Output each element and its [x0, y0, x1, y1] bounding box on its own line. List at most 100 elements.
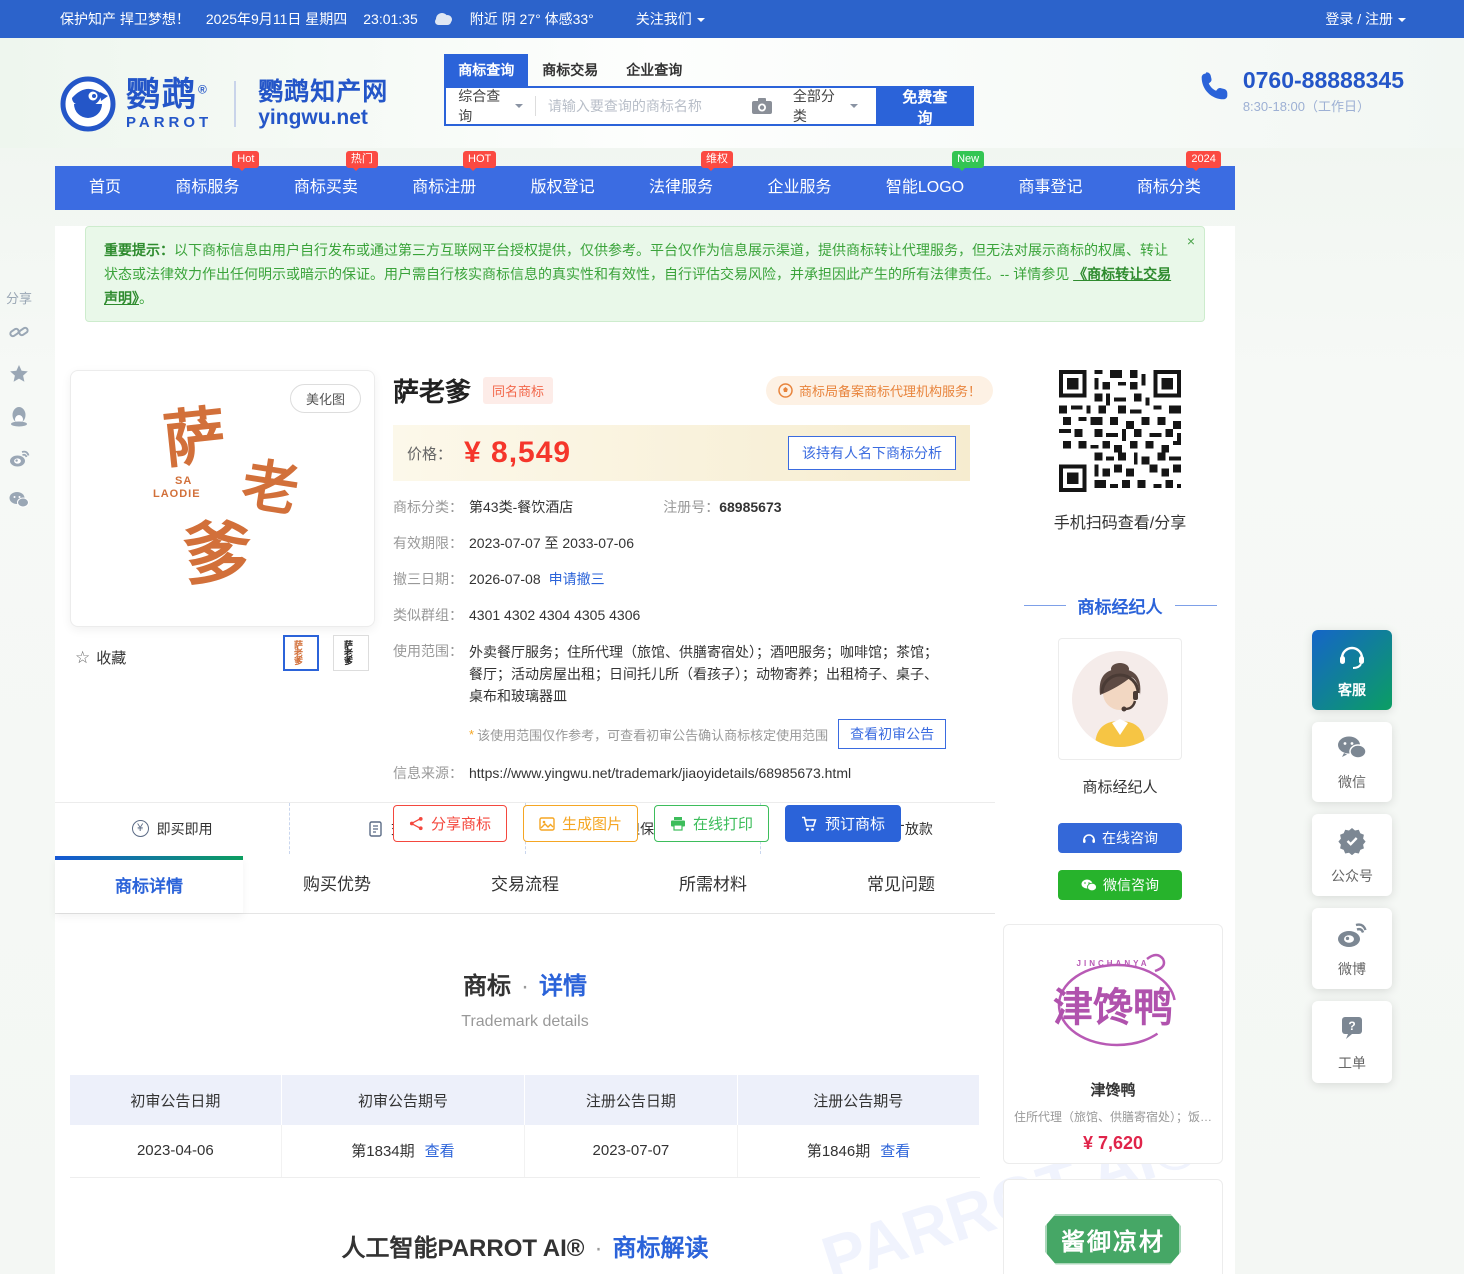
tab-required-materials[interactable]: 所需材料 — [619, 856, 807, 913]
asterisk: * — [469, 727, 474, 742]
trademark-info: 萨老爹 同名商标 商标局备案商标代理机构服务！ 价格： ¥ 8,549 该持有人… — [393, 372, 993, 842]
broker-heading: 商标经纪人 — [1005, 593, 1235, 618]
customer-service-button[interactable]: 客服 — [1312, 630, 1392, 710]
tab-faq[interactable]: 常见问题 — [807, 856, 995, 913]
beautified-tag: 美化图 — [290, 384, 361, 413]
nav-badge: Hot — [232, 151, 259, 168]
document-icon — [368, 821, 383, 837]
qr-code — [1055, 366, 1185, 496]
nav-trademark-trade[interactable]: 商标买卖热门 — [288, 166, 364, 210]
online-print-button[interactable]: 在线打印 — [654, 805, 769, 842]
weather-text: 附近 阴 27° 体感33° — [470, 9, 594, 29]
search-tab-trademark[interactable]: 商标查询 — [444, 54, 528, 86]
work-order-button[interactable]: ? 工单 — [1312, 1001, 1392, 1083]
official-account-button[interactable]: 公众号 — [1312, 814, 1392, 896]
view-first-notice-button[interactable]: 查看初审公告 — [838, 719, 946, 749]
wechat-icon — [1336, 735, 1368, 761]
login-register-menu[interactable]: 登录 / 注册 — [1325, 9, 1406, 29]
favorite-star-icon[interactable] — [8, 363, 30, 385]
nav-enterprise[interactable]: 企业服务 — [761, 166, 837, 210]
printer-icon — [670, 816, 686, 831]
weibo-button[interactable]: 微博 — [1312, 908, 1392, 989]
top-bar: 保护知产 捍卫梦想！ 2025年9月11日 星期四 23:01:35 附近 阴 … — [0, 0, 1464, 38]
nav-badge: 热门 — [346, 151, 378, 168]
registration-number: 68985673 — [719, 497, 781, 517]
yen-circle-icon: ¥ — [132, 820, 149, 837]
agency-seal-icon — [778, 383, 793, 398]
price-bar: 价格： ¥ 8,549 该持有人名下商标分析 — [393, 425, 970, 481]
left-share-rail: 分享 — [4, 288, 34, 531]
site-logo[interactable]: 鹦鹉® PARROT 鹦鹉知产网 yingwu.net — [60, 60, 388, 148]
holder-analysis-button[interactable]: 该持有人名下商标分析 — [788, 436, 956, 470]
search-tab-company[interactable]: 企业查询 — [612, 54, 696, 86]
tab-trademark-detail[interactable]: 商标详情 — [55, 856, 243, 913]
close-icon[interactable]: × — [1187, 229, 1195, 253]
qr-broker-column: 手机扫码查看/分享 商标经纪人 — [1005, 366, 1235, 900]
wechat-icon[interactable] — [8, 489, 30, 511]
nav-trademark-services[interactable]: 商标服务Hot — [169, 166, 245, 210]
price-value: ¥ 8,549 — [464, 436, 571, 470]
source-label: 信息来源： — [393, 763, 469, 783]
class-filter-select[interactable]: 全部分类 — [783, 86, 868, 126]
wechat-consult-button[interactable]: 微信咨询 — [1058, 870, 1182, 900]
site-name-zh: 鹦鹉知产网 — [258, 80, 388, 105]
recommend-card-jiangyu[interactable]: 酱御凉材 — [1003, 1179, 1223, 1274]
first-notice-date: 2023-04-06 — [70, 1125, 281, 1177]
nav-home[interactable]: 首页 — [83, 166, 127, 210]
svg-text:?: ? — [1348, 1019, 1355, 1033]
agency-notice-badge[interactable]: 商标局备案商标代理机构服务！ — [766, 376, 993, 405]
link-icon[interactable] — [8, 321, 30, 343]
col-header: 初审公告日期 — [70, 1075, 281, 1125]
share-trademark-button[interactable]: 分享商标 — [393, 805, 507, 842]
nav-trademark-class[interactable]: 商标分类2024 — [1131, 166, 1207, 210]
favorite-button[interactable]: ☆收藏 — [75, 647, 126, 668]
phone-hours: 8:30-18:00（工作日） — [1243, 96, 1404, 115]
online-consult-button[interactable]: 在线咨询 — [1058, 823, 1182, 853]
nav-business-register[interactable]: 商事登记 — [1012, 166, 1088, 210]
same-name-badge[interactable]: 同名商标 — [483, 377, 553, 404]
main-content: 重要提示：以下商标信息由用户自行发布或通过第三方互联网平台授权提供，仅供参考。平… — [55, 226, 1235, 1274]
chevron-down-icon — [515, 104, 523, 112]
thumbnail-color[interactable]: 萨老爹 — [283, 635, 319, 671]
recommend-card-jinchanya[interactable]: JINCHANYA 津馋鸭 津馋鸭 住所代理（旅馆、供膳寄宿处）；饭… ¥ 7,… — [1003, 924, 1223, 1164]
thumbnail-black[interactable]: 萨老爹 — [333, 635, 369, 671]
important-notice: 重要提示：以下商标信息由用户自行发布或通过第三方互联网平台授权提供，仅供参考。平… — [85, 226, 1205, 322]
image-search-button[interactable] — [741, 97, 783, 115]
first-notice-issue: 第1834期查看 — [281, 1125, 525, 1177]
trademark-image-card[interactable]: 美化图 萨 老 爹 SA LAODIE — [70, 370, 375, 627]
wechat-button[interactable]: 微信 — [1312, 722, 1392, 802]
tab-trade-process[interactable]: 交易流程 — [431, 856, 619, 913]
generate-image-button[interactable]: 生成图片 — [523, 805, 638, 842]
section-title-zh: 商标 — [463, 973, 511, 1000]
nav-ai-logo[interactable]: 智能LOGONew — [880, 166, 970, 210]
use-range: 外卖餐厅服务；住所代理（旅馆、供膳寄宿处）；酒吧服务；咖啡馆；茶馆；餐厅；活动房… — [469, 641, 939, 707]
search-input[interactable] — [536, 98, 741, 114]
qq-icon[interactable] — [8, 405, 30, 427]
action-buttons: 分享商标 生成图片 在线打印 预订商标 — [393, 805, 993, 842]
nav-legal[interactable]: 法律服务维权 — [643, 166, 719, 210]
nav-copyright[interactable]: 版权登记 — [525, 166, 601, 210]
free-search-button[interactable]: 免费查询 — [876, 86, 975, 126]
trademark-details-section: 商标·详情 Trademark details 初审公告日期 初审公告期号 注册… — [55, 914, 995, 1274]
similar-groups: 4301 4302 4304 4305 4306 — [469, 605, 640, 625]
share-label: 分享 — [4, 288, 34, 307]
view-link[interactable]: 查看 — [425, 1143, 455, 1160]
reg-notice-date: 2023-07-07 — [525, 1125, 737, 1177]
field-label: 类似群组： — [393, 605, 469, 625]
search-module: 商标查询 商标交易 企业查询 综合查询 全部分类 免费查询 — [444, 54, 974, 148]
view-link[interactable]: 查看 — [880, 1143, 910, 1160]
follow-us-menu[interactable]: 关注我们 — [636, 9, 705, 29]
publication-table: 初审公告日期 初审公告期号 注册公告日期 注册公告期号 2023-04-06 第… — [70, 1075, 980, 1178]
logo-zh: 鹦鹉 — [126, 76, 198, 114]
star-icon: ☆ — [75, 648, 90, 668]
search-category-select[interactable]: 综合查询 — [446, 86, 535, 126]
order-trademark-button[interactable]: 预订商标 — [785, 805, 901, 842]
search-tab-trade[interactable]: 商标交易 — [528, 54, 612, 86]
nav-trademark-register[interactable]: 商标注册HOT — [406, 166, 482, 210]
feature-ready-to-use: ¥即买即用 — [55, 803, 290, 854]
tab-purchase-advantage[interactable]: 购买优势 — [243, 856, 431, 913]
col-header: 注册公告期号 — [737, 1075, 979, 1125]
notice-body: 以下商标信息由用户自行发布或通过第三方互联网平台授权提供，仅供参考。平台仅作为信… — [104, 242, 1168, 282]
apply-revoke-link[interactable]: 申请撤三 — [549, 569, 605, 589]
weibo-icon[interactable] — [8, 447, 30, 469]
